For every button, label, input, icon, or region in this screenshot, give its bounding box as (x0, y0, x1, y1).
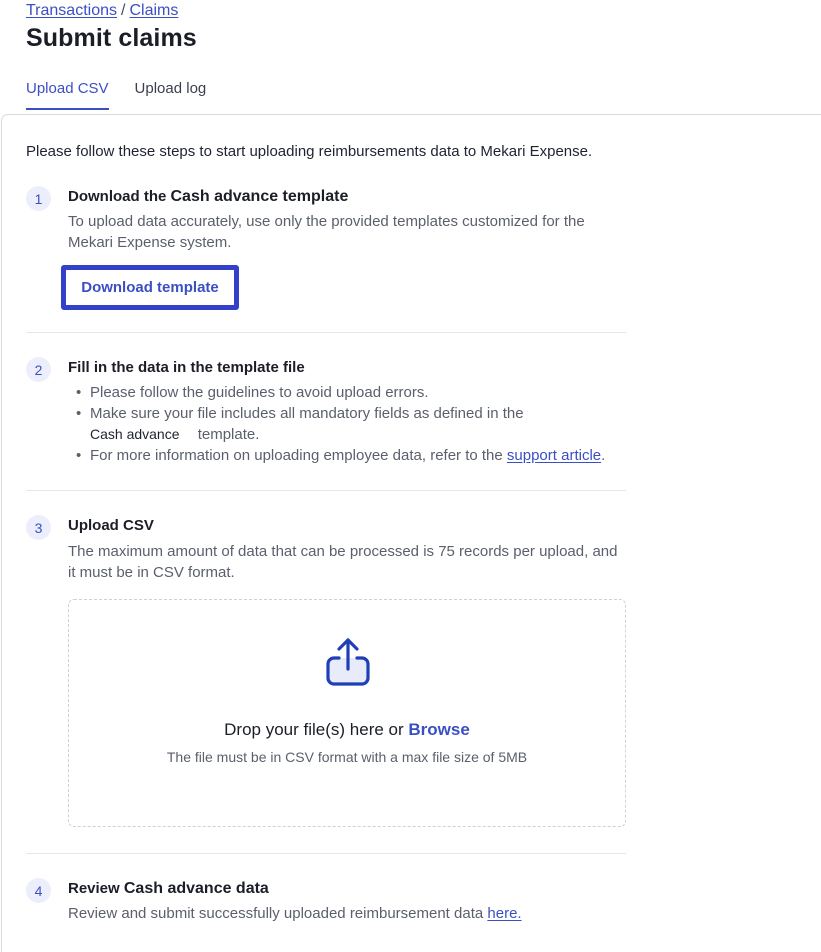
guideline-text: Make sure your file includes all mandato… (90, 405, 524, 422)
step-4-description: Review and submit successfully uploaded … (68, 903, 628, 924)
divider (26, 490, 626, 491)
template-name: Cash advance (90, 426, 180, 442)
step-1-description: To upload data accurately, use only the … (68, 213, 585, 251)
download-template-button[interactable]: Download template (61, 265, 239, 310)
breadcrumb-separator: / (121, 2, 126, 19)
step-3-description: The maximum amount of data that can be p… (68, 543, 618, 581)
divider (26, 853, 626, 854)
dropzone-hint: The file must be in CSV format with a ma… (166, 749, 528, 765)
step-4-title-template: Cash advance data (123, 880, 269, 897)
breadcrumb-link-claims[interactable]: Claims (129, 2, 178, 19)
guidelines-list: Please follow the guidelines to avoid up… (74, 382, 634, 466)
step-1-title-template: Cash advance template (170, 188, 349, 205)
guideline-text: For more information on uploading employ… (90, 447, 503, 464)
step-number-2: 2 (26, 357, 51, 382)
guideline-item: For more information on uploading employ… (74, 445, 634, 466)
step-1-title-prefix: Download the (68, 188, 167, 205)
step-4-description-text: Review and submit successfully uploaded … (68, 905, 484, 922)
divider (26, 332, 626, 333)
step-4-title: Review Cash advance data (68, 880, 269, 898)
dropzone-prompt: Drop your file(s) here or Browse (69, 720, 625, 740)
step-4-title-prefix: Review (68, 880, 120, 897)
guideline-item: Please follow the guidelines to avoid up… (74, 382, 634, 403)
guideline-text: template. (197, 426, 260, 443)
guideline-period: . (601, 447, 606, 464)
intro-text: Please follow these steps to start uploa… (26, 143, 593, 160)
tab-bar: Upload CSV Upload log (26, 80, 232, 110)
step-3-title: Upload CSV (68, 517, 154, 534)
dropzone-prompt-text: Drop your file(s) here or (224, 720, 404, 739)
step-2-title: Fill in the data in the template file (68, 359, 305, 376)
browse-link[interactable]: Browse (408, 720, 469, 739)
tab-upload-csv[interactable]: Upload CSV (26, 80, 109, 110)
support-article-link[interactable]: support article (507, 447, 601, 464)
review-data-link[interactable]: here. (487, 905, 521, 922)
upload-share-icon (326, 638, 370, 686)
breadcrumb-link-transactions[interactable]: Transactions (26, 2, 117, 19)
file-dropzone[interactable]: Drop your file(s) here or Browse The fil… (68, 599, 626, 827)
tab-upload-log[interactable]: Upload log (135, 80, 207, 110)
step-number-1: 1 (26, 186, 51, 211)
page-title: Submit claims (26, 24, 197, 52)
guideline-text: Please follow the guidelines to avoid up… (90, 384, 429, 401)
step-number-3: 3 (26, 515, 51, 540)
step-1-title: Download the Cash advance template (68, 188, 348, 206)
breadcrumb: Transactions / Claims (26, 2, 178, 20)
guideline-item: Make sure your file includes all mandato… (74, 403, 634, 445)
step-number-4: 4 (26, 878, 51, 903)
